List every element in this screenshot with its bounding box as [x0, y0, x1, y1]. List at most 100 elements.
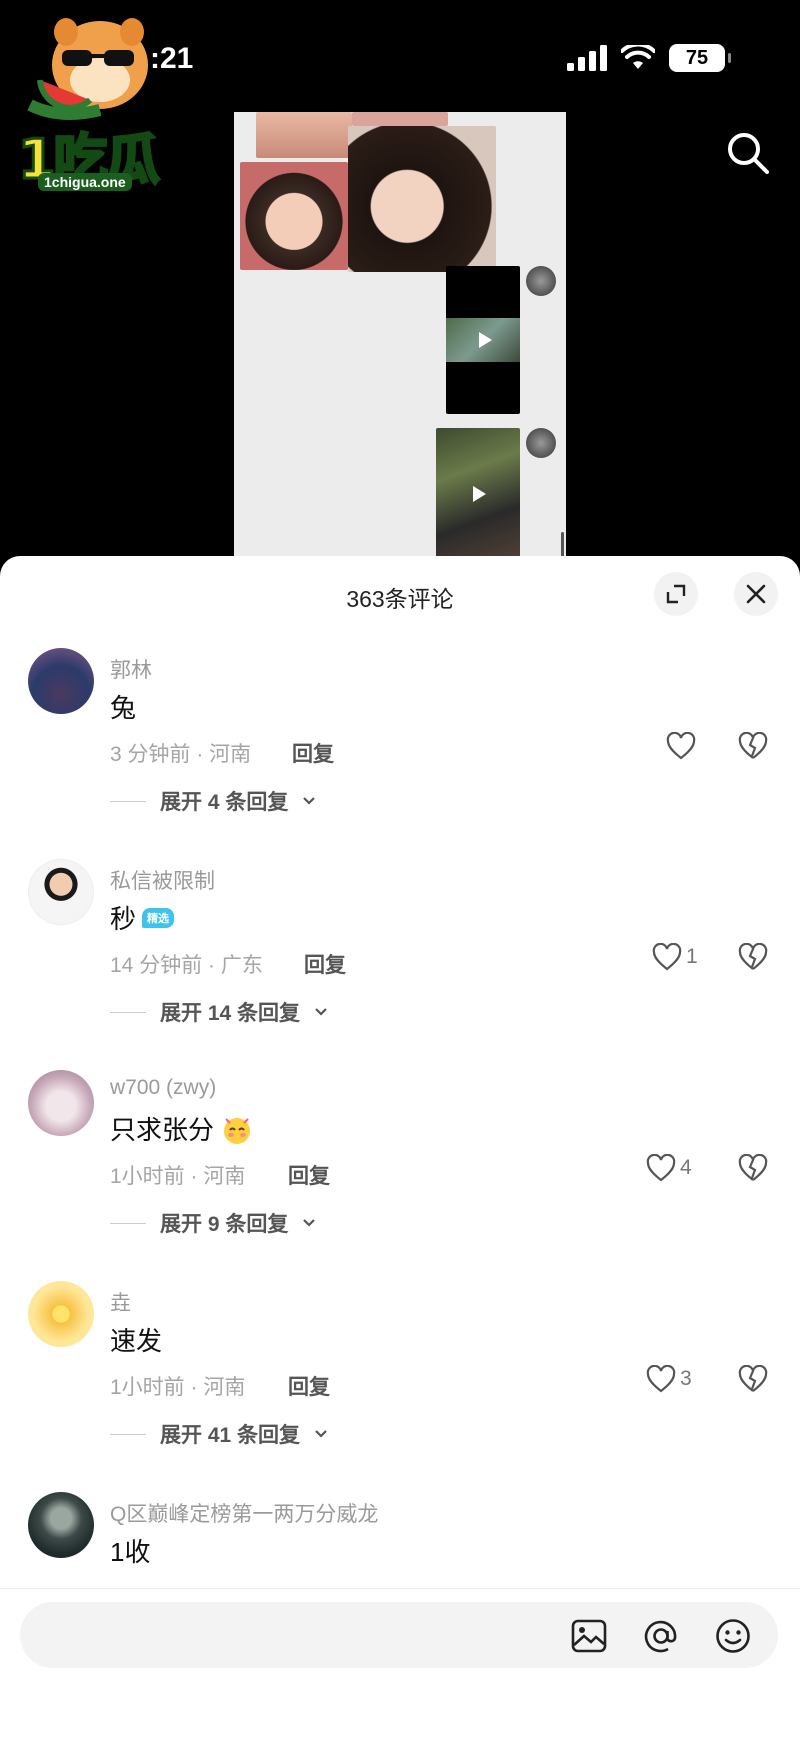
broken-heart-icon [738, 731, 768, 759]
chevron-down-icon [303, 1219, 316, 1227]
expand-replies-label: 展开 14 条回复 [160, 1002, 301, 1025]
expand-replies-label: 展开 4 条回复 [160, 791, 289, 814]
search-button[interactable] [725, 130, 771, 176]
broken-heart-icon [738, 942, 768, 970]
comment-text: 秒 精选 [110, 899, 175, 936]
photo-thumbnail [348, 126, 496, 272]
like-button[interactable] [666, 732, 700, 760]
like-count: 3 [680, 1367, 692, 1390]
comment-username[interactable]: 私信被限制 [110, 865, 215, 895]
comment-text-value: 只求张分 [110, 1115, 215, 1145]
chevron-down-icon [315, 1430, 327, 1438]
comment-input-area [0, 1588, 800, 1738]
logo-url: 1chigua.one [38, 173, 132, 191]
dislike-button[interactable] [738, 1364, 768, 1398]
battery-indicator: 75 [669, 44, 731, 72]
comment-username[interactable]: Q区巅峰定榜第一两万分威龙 [110, 1498, 378, 1528]
comment-text: 1收 [110, 1532, 150, 1569]
comment-meta: 3 分钟前 · 河南 [110, 743, 252, 766]
video-content-screenshot [234, 112, 566, 560]
expand-button[interactable] [654, 572, 698, 616]
avatar[interactable] [28, 1492, 94, 1558]
comment-item: w700 (zwy) 只求张分 1小时前 · 河南 回复 4 展开 9 条回复 [0, 1070, 800, 1281]
comment-input-bar[interactable] [20, 1602, 778, 1668]
expand-replies-button[interactable]: 展开 14 条回复 [110, 997, 328, 1027]
dislike-button[interactable] [738, 942, 768, 976]
image-icon [571, 1619, 607, 1653]
comment-item: 垚 速发 1小时前 · 河南 回复 3 展开 41 条回复 [0, 1281, 800, 1492]
comment-text-value: 兔 [110, 693, 137, 723]
search-icon [728, 133, 769, 174]
avatar-small [526, 266, 556, 296]
dislike-button[interactable] [738, 731, 768, 765]
comment-text-value: 速发 [110, 1326, 163, 1356]
smiley-icon [716, 1619, 750, 1653]
comment-text-value: 1收 [110, 1537, 151, 1567]
expand-replies-button[interactable]: 展开 9 条回复 [110, 1208, 316, 1238]
comments-header: 363条评论 [0, 556, 800, 630]
comment-item: 郭林 兔 3 分钟前 · 河南 回复 展开 4 条回复 [0, 648, 800, 859]
avatar[interactable] [28, 1070, 94, 1136]
heart-icon [646, 1154, 676, 1182]
heart-icon [652, 943, 682, 971]
video-thumbnail [446, 266, 520, 414]
photo-thumbnail [256, 112, 352, 158]
like-button[interactable]: 1 [652, 943, 698, 971]
heart-icon [666, 732, 696, 760]
watermark-logo: 1吃瓜 1chigua.one [10, 10, 170, 195]
avatar[interactable] [28, 648, 94, 714]
chevron-down-icon [315, 1008, 327, 1016]
heart-icon [646, 1365, 676, 1393]
comment-meta: 14 分钟前 · 广东 [110, 954, 263, 977]
reply-button[interactable]: 回复 [288, 1371, 330, 1401]
expand-icon [666, 584, 686, 604]
comment-username[interactable]: w700 (zwy) [110, 1076, 216, 1100]
avatar[interactable] [28, 859, 94, 925]
dislike-button[interactable] [738, 1153, 768, 1187]
reply-button[interactable]: 回复 [292, 738, 334, 768]
comment-text: 速发 [110, 1321, 162, 1358]
signal-icon [567, 45, 607, 71]
reply-button[interactable]: 回复 [288, 1160, 330, 1190]
play-icon [479, 332, 492, 348]
close-button[interactable] [734, 572, 778, 616]
expand-replies-button[interactable]: 展开 4 条回复 [110, 786, 316, 816]
image-button[interactable] [570, 1617, 608, 1655]
comment-text: 兔 [110, 688, 136, 725]
divider [110, 1433, 146, 1435]
reply-button[interactable]: 回复 [304, 949, 346, 979]
expand-replies-label: 展开 41 条回复 [160, 1424, 301, 1447]
comment-text-value: 秒 [110, 904, 137, 934]
broken-heart-icon [738, 1364, 768, 1392]
comment-username[interactable]: 郭林 [110, 654, 152, 684]
scrollbar [561, 532, 564, 557]
expand-replies-button[interactable]: 展开 41 条回复 [110, 1419, 328, 1449]
like-count: 1 [686, 945, 698, 968]
emoji-button[interactable] [714, 1617, 752, 1655]
comment-meta: 1小时前 · 河南 [110, 1165, 246, 1188]
comment-username[interactable]: 垚 [110, 1287, 131, 1317]
comment-item: Q区巅峰定榜第一两万分威龙 1收 [0, 1492, 800, 1588]
video-player[interactable]: :21 75 1吃瓜 1chigua.one [0, 0, 800, 560]
chevron-down-icon [303, 797, 316, 805]
like-count: 4 [680, 1156, 692, 1179]
avatar-small [526, 428, 556, 458]
avatar[interactable] [28, 1281, 94, 1347]
divider [110, 1222, 146, 1224]
expand-replies-label: 展开 9 条回复 [160, 1213, 289, 1236]
shy-emoji-icon [224, 1117, 251, 1144]
video-thumbnail [436, 428, 520, 560]
hamster-mascot-icon [27, 18, 148, 120]
comment-input[interactable] [44, 1602, 564, 1668]
status-icons: 75 [567, 44, 731, 72]
comment-item: 私信被限制 秒 精选 14 分钟前 · 广东 回复 1 展开 14 条回复 [0, 859, 800, 1070]
comment-text: 只求张分 [110, 1110, 254, 1147]
divider [110, 800, 146, 802]
broken-heart-icon [738, 1153, 768, 1181]
mention-button[interactable] [642, 1617, 680, 1655]
play-icon [473, 486, 486, 502]
like-button[interactable]: 4 [646, 1154, 692, 1182]
like-button[interactable]: 3 [646, 1365, 692, 1393]
divider [110, 1011, 146, 1013]
photo-thumbnail [240, 162, 348, 270]
